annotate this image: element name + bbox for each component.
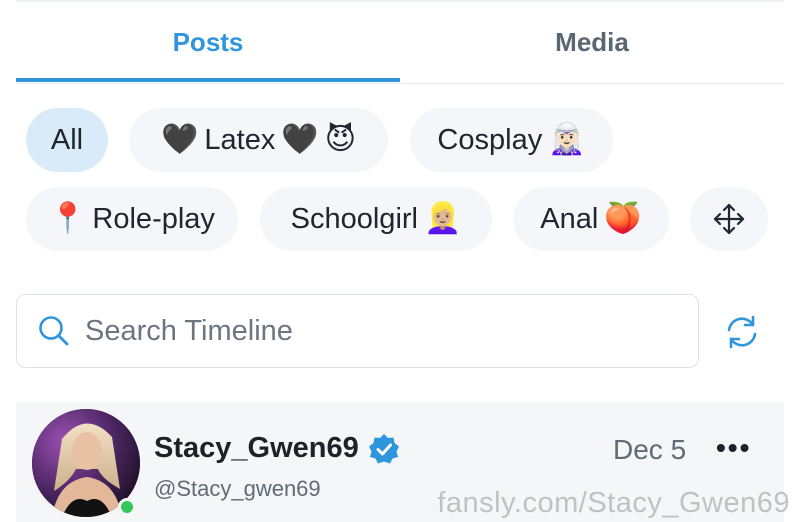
move-arrows-icon <box>713 203 745 235</box>
filter-chip-anal[interactable]: Anal 🍑 <box>513 187 669 251</box>
profile-timeline: Posts Media All 🖤 Latex 🖤 😈 Cosplay 🧝🏻‍♀️… <box>0 0 800 522</box>
pin-emoji: 📍 <box>49 202 87 235</box>
girl-emoji: 👱🏼‍♀️ <box>423 202 462 235</box>
reorder-filters-button[interactable] <box>690 187 768 251</box>
post-author-name[interactable]: Stacy_Gwen69 <box>154 432 359 465</box>
online-status-dot <box>118 498 136 516</box>
filter-chip-label: Schoolgirl <box>290 202 418 235</box>
watermark: fansly.com/Stacy_Gwen69 <box>437 487 790 519</box>
filter-chip-roleplay[interactable]: 📍 Role-play <box>26 187 238 251</box>
filter-chip-label: Role-play <box>92 202 215 235</box>
post-author-handle[interactable]: @Stacy_gwen69 <box>154 476 321 502</box>
verified-badge-icon <box>369 434 399 464</box>
filter-chips: All 🖤 Latex 🖤 😈 Cosplay 🧝🏻‍♀️ 📍 Role-play… <box>0 0 800 260</box>
post-date: Dec 5 <box>613 434 687 465</box>
filter-chip-cosplay[interactable]: Cosplay 🧝🏻‍♀️ <box>410 108 613 172</box>
filter-chip-label: Latex <box>204 123 276 156</box>
black-heart-emoji: 🖤 <box>161 123 199 156</box>
search-icon <box>39 316 69 346</box>
more-options-button[interactable]: ••• <box>716 432 751 464</box>
filter-chip-schoolgirl[interactable]: Schoolgirl 👱🏼‍♀️ <box>260 187 492 251</box>
filter-chip-label: Anal <box>540 202 599 235</box>
search-field[interactable] <box>16 294 699 368</box>
search-input[interactable] <box>85 314 645 348</box>
elf-emoji: 🧝🏻‍♀️ <box>548 123 586 156</box>
filter-chip-label: Cosplay <box>437 123 543 156</box>
filter-chip-all[interactable]: All <box>26 108 108 172</box>
filter-chip-label: All <box>50 123 84 156</box>
filter-chip-latex[interactable]: 🖤 Latex 🖤 😈 <box>129 108 388 172</box>
devil-emoji: 😈 <box>324 123 356 156</box>
black-heart-emoji: 🖤 <box>281 123 319 156</box>
peach-emoji: 🍑 <box>604 202 642 235</box>
refresh-icon[interactable] <box>724 314 760 350</box>
